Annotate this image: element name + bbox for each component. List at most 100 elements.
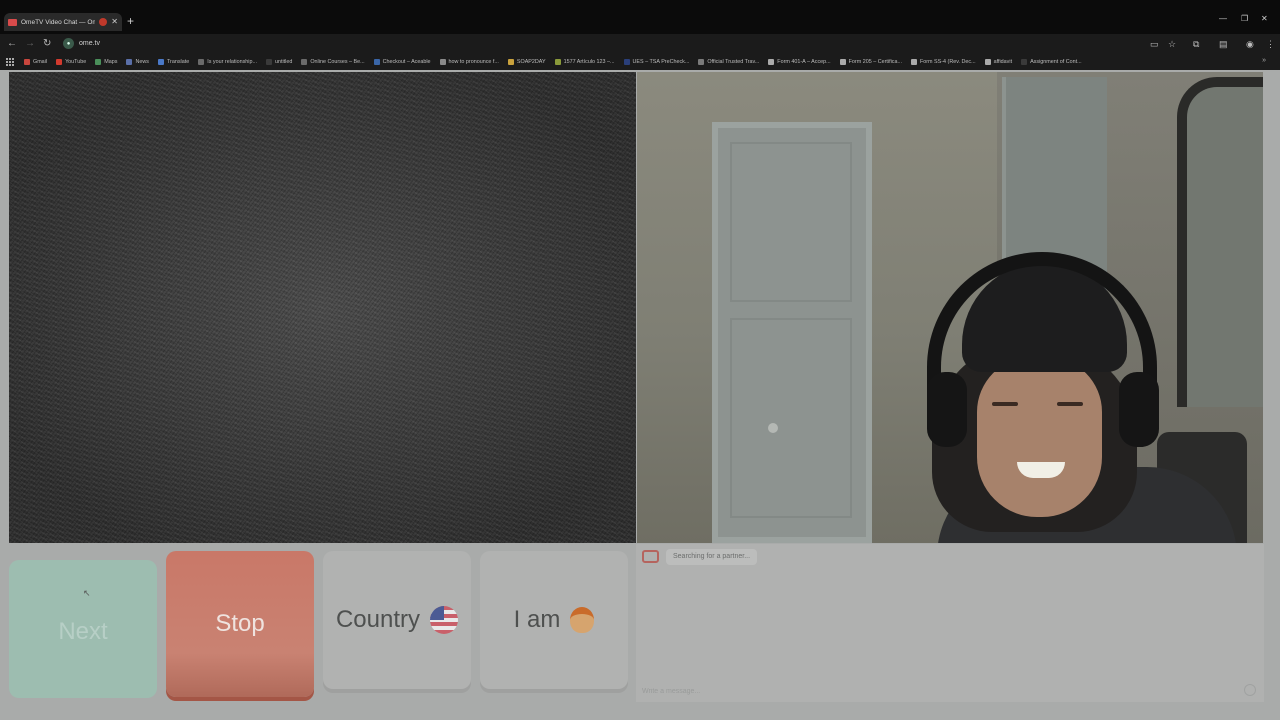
bookmark-label: Checkout – Aceable: [382, 59, 431, 65]
bookmark-label: UES – TSA PreCheck...: [632, 59, 690, 65]
bookmark-favicon-icon: [198, 59, 205, 65]
bookmark-item[interactable]: Checkout – Aceable: [373, 59, 431, 65]
bookmark-label: Form 401-A – Accep...: [777, 59, 831, 65]
country-button-label: Country: [335, 606, 421, 633]
person-emoji-icon: [570, 607, 595, 633]
site-info-icon[interactable]: ●: [63, 38, 74, 49]
forward-icon[interactable]: →: [25, 37, 35, 51]
bookmark-item[interactable]: Is your relationship...: [198, 59, 257, 65]
bookmark-item[interactable]: Maps: [95, 59, 117, 65]
bookmark-label: Assignment of Cont...: [1030, 59, 1082, 65]
bookmark-favicon-icon: [95, 59, 102, 65]
bookmark-item[interactable]: Assignment of Cont...: [1021, 59, 1082, 65]
tab-close-icon[interactable]: ✕: [111, 18, 118, 26]
partner-video-static: [9, 72, 636, 543]
background-mirror: [1177, 77, 1263, 407]
country-button[interactable]: Country: [323, 551, 471, 689]
bookmark-label: YouTube: [65, 59, 87, 65]
profile-icon[interactable]: ◉: [1246, 37, 1254, 51]
bookmark-favicon-icon: [768, 59, 775, 65]
bookmark-favicon-icon: [554, 59, 561, 65]
bookmark-item[interactable]: Gmail: [24, 59, 47, 65]
bookmark-label: 1577 Artículo 123 –...: [563, 59, 615, 65]
window-close-icon[interactable]: ✕: [1261, 15, 1268, 23]
self-camera-video: [637, 72, 1263, 543]
send-icon[interactable]: [1244, 684, 1256, 696]
bookmark-item[interactable]: Form 205 – Certifica...: [839, 59, 902, 65]
bookmark-favicon-icon: [507, 59, 514, 65]
minimize-icon[interactable]: —: [1219, 15, 1227, 23]
bookmark-label: affidavit: [993, 59, 1013, 65]
bookmark-favicon-icon: [56, 59, 63, 65]
chat-status-message: Searching for a partner...: [666, 549, 758, 565]
tab-title: OmeTV Video Chat — Ome: [21, 18, 96, 26]
bookmark-item[interactable]: YouTube: [56, 59, 86, 65]
bookmark-item[interactable]: untitled: [265, 59, 293, 65]
bookmark-item[interactable]: Translate: [157, 59, 189, 65]
bookmark-favicon-icon: [984, 59, 991, 65]
bookmark-favicon-icon: [157, 59, 164, 65]
browser-tab[interactable]: OmeTV Video Chat — Ome ✕: [4, 13, 122, 31]
bookmark-item[interactable]: affidavit: [984, 59, 1013, 65]
bookmark-label: untitled: [274, 59, 293, 65]
bookmark-label: Gmail: [33, 59, 48, 65]
headphone-earcup: [927, 372, 967, 447]
bookmark-favicon-icon: [839, 59, 846, 65]
next-button[interactable]: Next: [9, 560, 157, 698]
bookmarks-bar: Gmail YouTube Maps News Translate Is your rel…: [0, 54, 1280, 70]
extensions-icon[interactable]: ⧉: [1193, 37, 1199, 51]
cast-icon[interactable]: ▭: [1150, 37, 1159, 51]
bookmark-label: News: [135, 59, 149, 65]
gender-button[interactable]: I am: [480, 551, 628, 689]
address-bar[interactable]: ome.tv: [79, 38, 100, 49]
bookmark-item[interactable]: Official Trusted Trav...: [698, 59, 759, 65]
background-door: [712, 122, 872, 543]
bookmark-item[interactable]: how to pronounce f...: [439, 59, 499, 65]
gender-button-label: I am: [513, 606, 561, 633]
bookmark-favicon-icon: [373, 59, 380, 65]
recording-indicator-icon: [99, 18, 108, 26]
bookmark-star-icon[interactable]: ☆: [1168, 37, 1176, 51]
bookmark-label: Is your relationship...: [207, 59, 257, 65]
bookmark-item[interactable]: Form SS-4 (Rev. Dec...: [910, 59, 976, 65]
ometv-logo-icon: [642, 550, 659, 563]
ometv-favicon-icon: [8, 18, 17, 26]
bookmark-favicon-icon: [439, 59, 446, 65]
bookmark-favicon-icon: [910, 59, 917, 65]
stop-button-label: Stop: [215, 610, 265, 637]
bookmark-label: SOAP2DAY: [516, 59, 546, 65]
sidebar-icon[interactable]: ▤: [1219, 37, 1228, 51]
bookmark-favicon-icon: [265, 59, 272, 65]
bookmark-item[interactable]: SOAP2DAY: [507, 59, 546, 65]
bookmark-item[interactable]: Online Courses – Be...: [301, 59, 365, 65]
bookmark-label: Online Courses – Be...: [310, 59, 365, 65]
menu-icon[interactable]: ⋮: [1266, 37, 1275, 51]
bookmark-favicon-icon: [24, 59, 30, 65]
next-button-label: Next: [58, 618, 108, 645]
bookmark-label: how to pronounce f...: [448, 59, 499, 65]
bookmark-favicon-icon: [301, 59, 308, 65]
restore-icon[interactable]: ❐: [1241, 15, 1248, 23]
back-icon[interactable]: ←: [7, 37, 17, 51]
headphone-earcup: [1119, 372, 1159, 447]
bookmark-label: Maps: [104, 59, 118, 65]
bookmark-item[interactable]: Form 401-A – Accep...: [768, 59, 831, 65]
bookmarks-overflow-icon[interactable]: »: [1262, 57, 1266, 64]
person-eye: [992, 402, 1018, 406]
bookmark-item[interactable]: News: [126, 59, 149, 65]
browser-toolbar: ← → ↻ ● ome.tv ▭ ☆ ⧉ ▤ ◉ ⋮: [0, 34, 1280, 54]
mouse-cursor-icon: ↖: [83, 588, 91, 598]
bookmark-label: Official Trusted Trav...: [707, 59, 760, 65]
chat-message-input[interactable]: [637, 682, 1263, 700]
bookmark-favicon-icon: [126, 59, 133, 65]
reload-icon[interactable]: ↻: [43, 37, 51, 51]
bookmark-favicon-icon: [623, 59, 630, 65]
bookmark-item[interactable]: UES – TSA PreCheck...: [623, 59, 690, 65]
bookmark-item[interactable]: 1577 Artículo 123 –...: [554, 59, 615, 65]
bookmark-favicon-icon: [1021, 59, 1028, 65]
apps-grid-icon[interactable]: [6, 58, 14, 66]
stop-button[interactable]: Stop: [166, 551, 314, 697]
browser-tab-bar: OmeTV Video Chat — Ome ✕ + — ❐ ✕: [0, 0, 1280, 34]
bookmark-label: Form SS-4 (Rev. Dec...: [919, 59, 976, 65]
new-tab-icon[interactable]: +: [127, 15, 134, 27]
